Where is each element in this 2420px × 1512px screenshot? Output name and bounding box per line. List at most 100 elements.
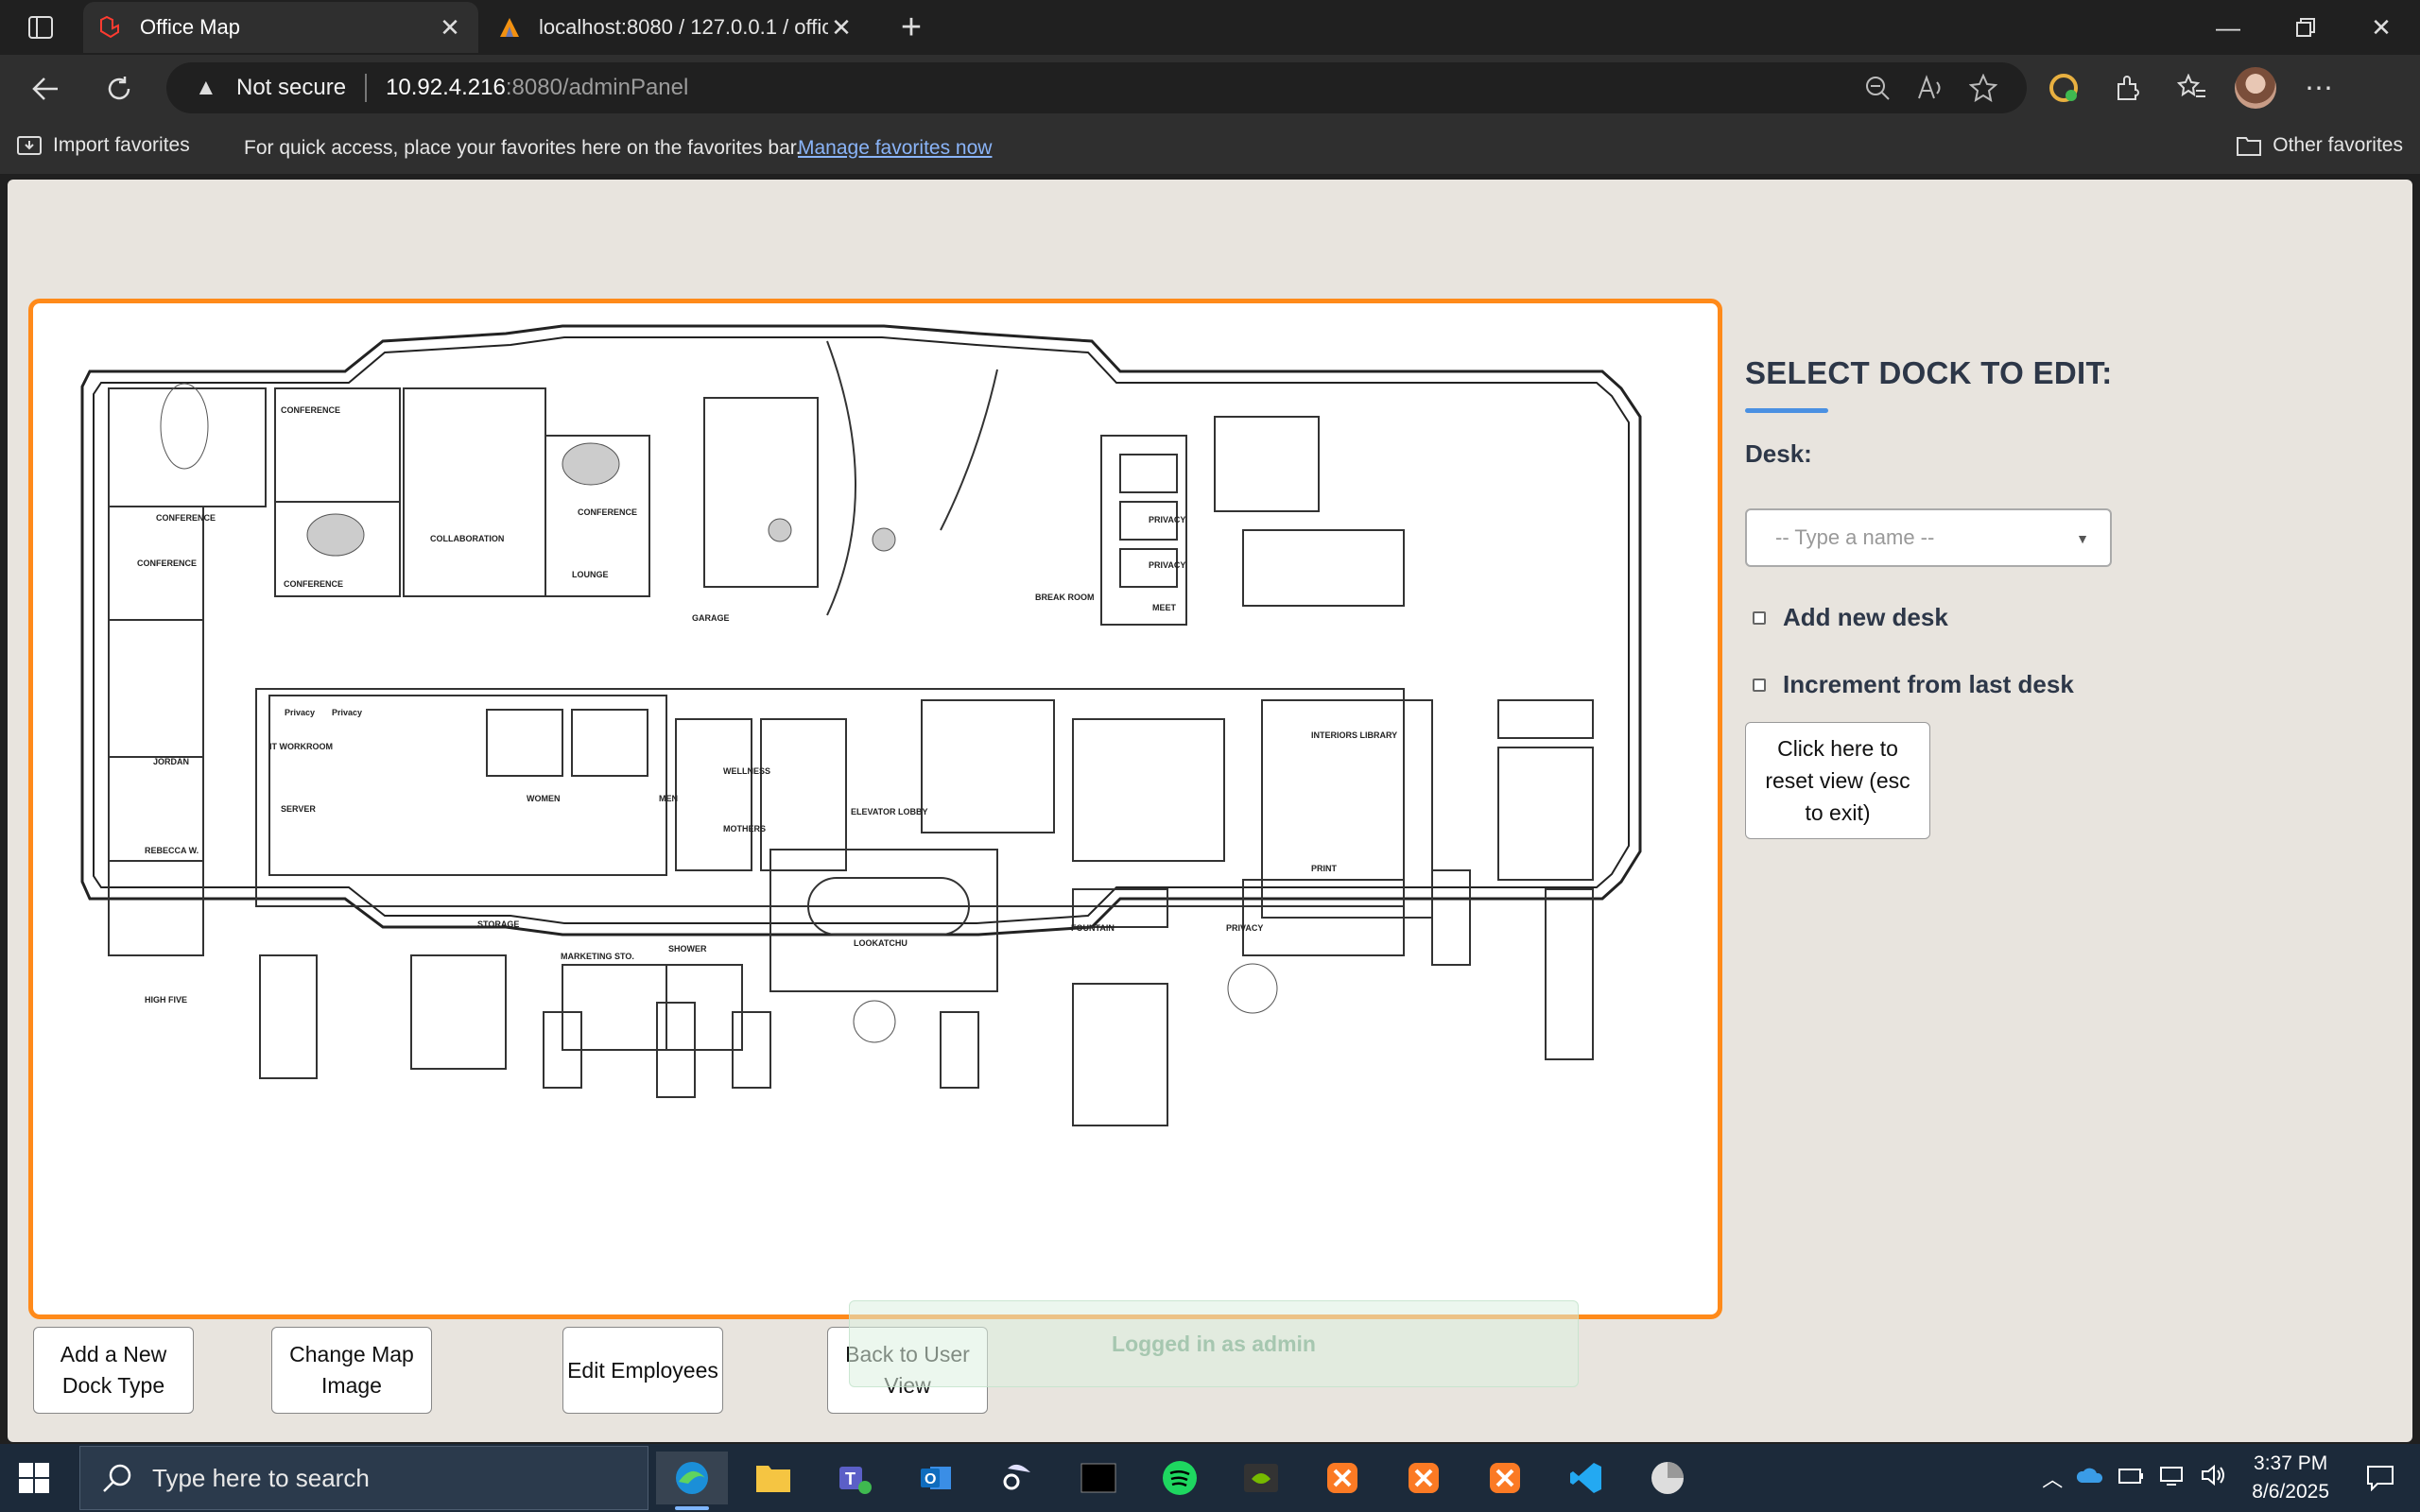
- url-path: :8080/adminPanel: [505, 75, 689, 100]
- room-label: CONFERENCE: [156, 513, 216, 523]
- login-toast: Logged in as admin: [849, 1300, 1579, 1387]
- tab-close-icon[interactable]: ✕: [437, 13, 463, 42]
- room-label: COLLABORATION: [430, 534, 504, 543]
- favorite-star-icon[interactable]: [1968, 73, 1998, 103]
- room-label: CONFERENCE: [284, 579, 343, 589]
- phpmyadmin-icon: [500, 18, 519, 37]
- read-aloud-icon[interactable]: [1915, 73, 1945, 103]
- change-map-image-button[interactable]: Change Map Image: [271, 1327, 432, 1414]
- room-label: CONFERENCE: [137, 558, 197, 568]
- nvidia-icon[interactable]: [1225, 1452, 1297, 1504]
- room-label: MEN: [659, 794, 678, 803]
- room-label: MOTHERS: [723, 824, 766, 833]
- room-label: MARKETING STO.: [561, 952, 634, 961]
- windows-start-icon[interactable]: [17, 1461, 51, 1495]
- restore-icon[interactable]: [2267, 0, 2344, 55]
- edit-panel: SELECT DOCK TO EDIT: Desk: -- Type a nam…: [1745, 355, 2369, 839]
- zoom-icon[interactable]: [1862, 73, 1893, 103]
- chevron-up-icon[interactable]: ︿: [2042, 1463, 2063, 1493]
- browser-tab-bar: Office Map ✕ localhost:8080 / 127.0.0.1 …: [0, 0, 2420, 55]
- terminal-icon[interactable]: [1063, 1452, 1134, 1504]
- minimize-icon[interactable]: —: [2189, 0, 2267, 55]
- other-favorites-label: Other favorites: [2273, 134, 2403, 156]
- tab-close-icon[interactable]: ✕: [828, 13, 855, 42]
- xampp-icon[interactable]: [1388, 1452, 1460, 1504]
- notifications-icon[interactable]: [2361, 1459, 2399, 1497]
- profile-avatar[interactable]: [2235, 67, 2276, 109]
- vscode-icon[interactable]: [1550, 1452, 1622, 1504]
- windows-taskbar: Type here to search T O ︿ 3:37 PM 8/6/20…: [0, 1444, 2420, 1512]
- refresh-icon[interactable]: [98, 68, 140, 110]
- import-favorites-button[interactable]: Import favorites: [17, 134, 190, 157]
- office-map[interactable]: CONFERENCE CONFERENCE CONFERENCE CONFERE…: [28, 299, 1722, 1319]
- room-label: WOMEN: [527, 794, 561, 803]
- onedrive-icon[interactable]: [2076, 1466, 2104, 1490]
- url-host: 10.92.4.216: [386, 75, 506, 100]
- room-label: Privacy: [332, 708, 362, 717]
- warning-icon: ▲: [195, 75, 217, 100]
- favorites-list-icon[interactable]: [2170, 66, 2214, 110]
- new-tab-icon[interactable]: +: [892, 9, 930, 45]
- xampp-icon[interactable]: [1306, 1452, 1378, 1504]
- room-label: IT WORKROOM: [269, 742, 333, 751]
- tab-phpmyadmin[interactable]: localhost:8080 / 127.0.0.1 / officem ✕: [482, 2, 870, 53]
- xampp-icon[interactable]: [1469, 1452, 1541, 1504]
- room-label: REBECCA W.: [145, 846, 199, 855]
- room-label: LOUNGE: [572, 570, 609, 579]
- security-label: Not secure: [236, 75, 347, 100]
- network-icon[interactable]: [2159, 1464, 2187, 1492]
- increment-option[interactable]: Increment from last desk: [1745, 670, 2369, 699]
- search-icon: [103, 1464, 131, 1492]
- desk-select-placeholder: -- Type a name --: [1775, 525, 1935, 549]
- floor-plan: CONFERENCE CONFERENCE CONFERENCE CONFERE…: [80, 324, 1642, 1126]
- favorites-tip: For quick access, place your favorites h…: [244, 137, 802, 159]
- add-dock-type-button[interactable]: Add a New Dock Type: [33, 1327, 194, 1414]
- desk-select[interactable]: -- Type a name -- ▼: [1745, 508, 2112, 567]
- folder-icon: [2237, 137, 2262, 156]
- back-icon[interactable]: [25, 68, 66, 110]
- room-label: JORDAN: [153, 757, 189, 766]
- room-label: WELLNESS: [723, 766, 770, 776]
- tab-office-map[interactable]: Office Map ✕: [83, 2, 478, 53]
- teams-icon[interactable]: T: [819, 1452, 890, 1504]
- spotify-icon[interactable]: [1144, 1452, 1216, 1504]
- tab-actions-icon[interactable]: [15, 12, 66, 43]
- heading-underline: [1745, 408, 1828, 413]
- taskbar-search[interactable]: Type here to search: [79, 1446, 648, 1510]
- room-label: SERVER: [281, 804, 316, 814]
- extensions-icon[interactable]: [2106, 66, 2150, 110]
- clock-date: 8/6/2025: [2252, 1481, 2329, 1503]
- extension-color-icon[interactable]: [2042, 66, 2085, 110]
- outlook-icon[interactable]: O: [900, 1452, 972, 1504]
- more-options-icon[interactable]: ⋯: [2297, 66, 2341, 110]
- url-field[interactable]: ▲ Not secure 10.92.4.216 :8080/adminPane…: [166, 62, 2027, 113]
- admin-panel-page: CONFERENCE CONFERENCE CONFERENCE CONFERE…: [8, 180, 2412, 1442]
- edit-employees-button[interactable]: Edit Employees: [562, 1327, 723, 1414]
- room-label: CONFERENCE: [578, 507, 637, 517]
- manage-favorites-link[interactable]: Manage favorites now: [798, 137, 992, 160]
- edge-icon[interactable]: [656, 1452, 728, 1510]
- room-label: HIGH FIVE: [145, 995, 187, 1005]
- volume-icon[interactable]: [2201, 1464, 2229, 1492]
- close-window-icon[interactable]: ✕: [2342, 0, 2420, 55]
- taskbar-clock[interactable]: 3:37 PM 8/6/2025: [2252, 1450, 2329, 1506]
- add-new-desk-checkbox[interactable]: [1753, 610, 1766, 625]
- room-label: CONFERENCE: [281, 405, 340, 415]
- system-tray: ︿ 3:37 PM 8/6/2025: [2042, 1444, 2420, 1512]
- room-label: ELEVATOR LOBBY: [851, 807, 928, 816]
- room-label: GARAGE: [692, 613, 730, 623]
- reset-view-button[interactable]: Click here to reset view (esc to exit): [1745, 722, 1930, 839]
- room-label: SHOWER: [668, 944, 707, 954]
- room-label: LOOKATCHU: [854, 938, 908, 948]
- add-new-desk-option[interactable]: Add new desk: [1745, 603, 2369, 632]
- pie-app-icon[interactable]: [1632, 1452, 1703, 1504]
- desk-label: Desk:: [1745, 439, 1812, 468]
- increment-checkbox[interactable]: [1753, 678, 1766, 692]
- svg-text:O: O: [925, 1471, 936, 1487]
- file-explorer-icon[interactable]: [737, 1452, 809, 1504]
- snipping-tool-icon[interactable]: [981, 1452, 1053, 1504]
- battery-icon[interactable]: [2118, 1465, 2146, 1491]
- add-new-desk-label: Add new desk: [1783, 603, 1948, 631]
- other-favorites-button[interactable]: Other favorites: [2237, 134, 2403, 157]
- room-label: PRIVACY: [1226, 923, 1263, 933]
